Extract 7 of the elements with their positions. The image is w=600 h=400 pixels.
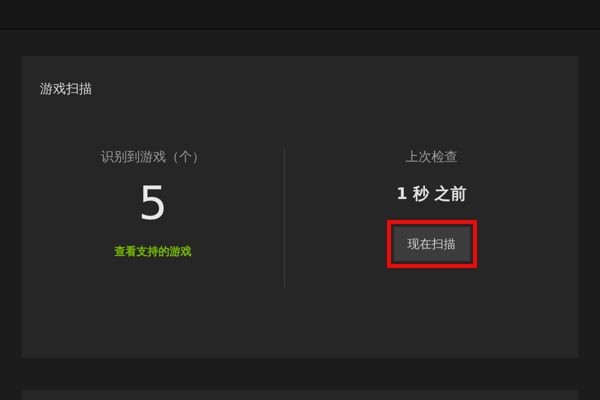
last-check-time: 1 秒 之前 xyxy=(396,182,467,204)
detected-games-label: 识别到游戏（个） xyxy=(101,149,205,167)
supported-games-link[interactable]: 查看支持的游戏 xyxy=(114,244,192,260)
last-check-label: 上次检查 xyxy=(406,149,458,167)
game-count: 5 xyxy=(138,180,168,226)
card-title: 游戏扫描 xyxy=(40,82,92,97)
scan-now-button[interactable]: 现在扫描 xyxy=(394,226,470,260)
